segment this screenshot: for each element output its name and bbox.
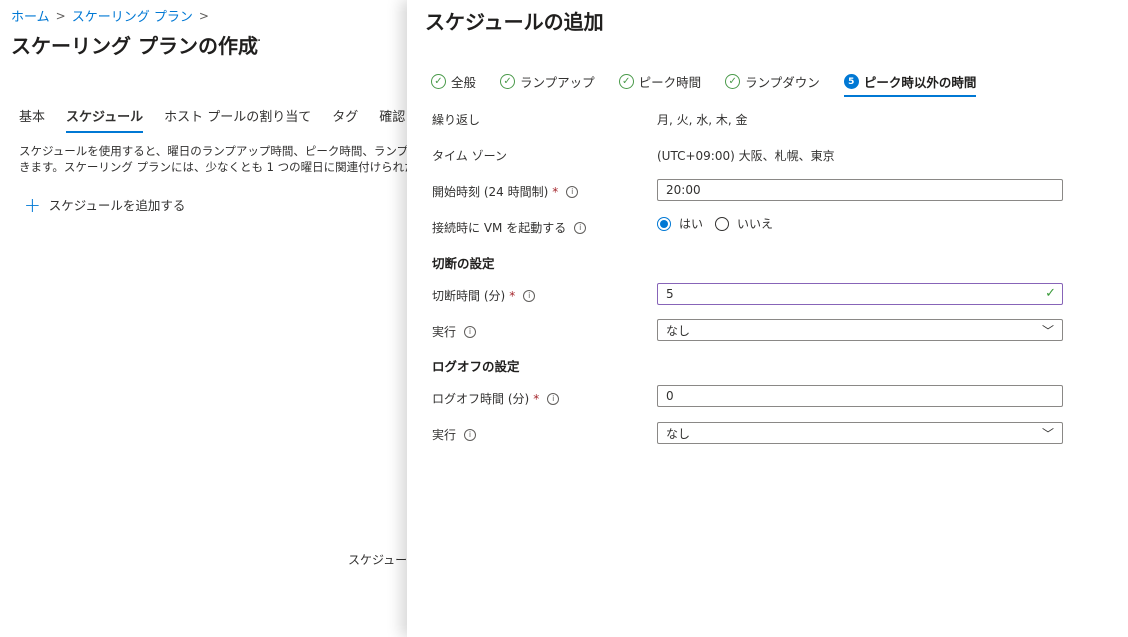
step-peak-hours[interactable]: ✓ ピーク時間: [618, 72, 702, 97]
dropdown-value: なし: [666, 323, 691, 338]
description-line: スケジュールを使用すると、曜日のランプアップ時間、ピーク時間、ランプダウン時間、…: [19, 144, 419, 158]
input-value: 0: [666, 389, 674, 403]
input-value: 20:00: [666, 183, 701, 197]
check-circle-icon: ✓: [431, 74, 446, 89]
info-icon[interactable]: i: [464, 428, 477, 441]
step-label: ピーク時間: [638, 75, 702, 90]
check-circle-icon: ✓: [618, 74, 634, 89]
radio-no[interactable]: いいえ: [715, 215, 773, 232]
chevron-down-icon: ﹀: [1041, 324, 1054, 338]
label-text: 実行: [432, 325, 457, 339]
plus-icon: +: [24, 192, 41, 217]
step-general[interactable]: ✓ 全般: [431, 72, 476, 97]
add-schedule-button[interactable]: + スケジュールを追加する: [24, 192, 186, 217]
add-schedule-label: スケジュールを追加する: [48, 198, 186, 213]
info-icon[interactable]: i: [464, 325, 477, 338]
empty-schedule-text: スケジュールを: [348, 553, 408, 567]
repeat-label: 繰り返し: [432, 111, 480, 128]
radio-label: はい: [679, 217, 704, 231]
required-mark: *: [509, 288, 516, 303]
disconnect-time-label: 切断時間 (分) * i: [432, 287, 536, 304]
input-value: 5: [666, 287, 674, 301]
dropdown-value: なし: [666, 426, 691, 441]
description-line: きます。スケーリング プランには、少なくとも 1 つの曜日に関連付けられたスケジ…: [19, 160, 419, 174]
disconnect-action-label: 実行 i: [432, 323, 477, 340]
label-text: 開始時刻 (24 時間制): [432, 185, 549, 199]
logoff-section-header: ログオフの設定: [432, 359, 520, 374]
label-text: 切断時間 (分): [432, 289, 506, 303]
radio-dot: [657, 216, 671, 231]
breadcrumb-scaling-plan[interactable]: スケーリング プラン: [72, 6, 193, 25]
label-text: タイム ゾーン: [432, 149, 507, 163]
step-label: ランプダウン: [745, 75, 820, 90]
tab-host-pool-assignment[interactable]: ホスト プールの割り当て: [164, 106, 311, 133]
tab-schedule[interactable]: スケジュール: [66, 106, 144, 133]
info-icon[interactable]: i: [574, 221, 587, 234]
start-vm-label: 接続時に VM を起動する i: [432, 219, 587, 236]
label-text: ログオフ時間 (分): [432, 392, 530, 406]
disconnect-action-dropdown[interactable]: なし ﹀: [657, 319, 1063, 341]
tab-tags[interactable]: タグ: [332, 106, 358, 133]
step-ramp-up[interactable]: ✓ ランプアップ: [500, 72, 595, 97]
label-text: 繰り返し: [432, 113, 481, 127]
chevron-right-icon: >: [55, 8, 66, 23]
disconnect-section-header: 切断の設定: [432, 256, 495, 271]
step-label: ピーク時以外の時間: [863, 75, 977, 90]
radio-yes[interactable]: はい: [657, 215, 703, 232]
label-text: 実行: [432, 428, 457, 442]
tab-basics[interactable]: 基本: [19, 106, 45, 133]
checkmark-icon: ✓: [1045, 286, 1056, 301]
step-label: ランプアップ: [520, 75, 595, 90]
chevron-right-icon: >: [198, 8, 209, 23]
step-number-badge: 5: [843, 74, 859, 89]
schedule-steps: ✓ 全般 ✓ ランプアップ ✓ ピーク時間 ✓ ランプダウン 5 ピーク時以外の…: [431, 72, 1000, 97]
start-time-label: 開始時刻 (24 時間制) * i: [432, 183, 579, 200]
info-icon[interactable]: i: [547, 392, 560, 405]
info-icon[interactable]: i: [523, 289, 536, 302]
required-mark: *: [552, 184, 559, 199]
disconnect-time-input[interactable]: 5 ✓: [657, 283, 1063, 305]
chevron-down-icon: ﹀: [1041, 427, 1054, 441]
step-ramp-down[interactable]: ✓ ランプダウン: [725, 72, 820, 97]
panel-title: スケジュールの追加: [425, 10, 604, 34]
check-circle-icon: ✓: [725, 74, 741, 89]
wizard-tabs: 基本 スケジュール ホスト プールの割り当て タグ 確認と作成: [19, 106, 465, 133]
logoff-time-input[interactable]: 0: [657, 385, 1063, 407]
page-title: スケーリング プランの作成: [11, 34, 258, 58]
required-mark: *: [533, 391, 540, 406]
logoff-action-dropdown[interactable]: なし ﹀: [657, 422, 1063, 444]
start-time-input[interactable]: 20:00: [657, 179, 1063, 201]
logoff-time-label: ログオフ時間 (分) * i: [432, 390, 560, 407]
timezone-value: (UTC+09:00) 大阪、札幌、東京: [657, 149, 835, 163]
step-label: 全般: [451, 75, 477, 90]
breadcrumb-home[interactable]: ホーム: [11, 6, 50, 25]
more-options-button[interactable]: ···: [246, 33, 262, 49]
step-off-peak-hours[interactable]: 5 ピーク時以外の時間: [843, 72, 977, 97]
timezone-label: タイム ゾーン: [432, 147, 507, 164]
check-circle-icon: ✓: [500, 74, 516, 89]
repeat-value: 月, 火, 水, 木, 金: [657, 113, 748, 127]
label-text: 接続時に VM を起動する: [432, 221, 567, 235]
radio-dot: [715, 216, 730, 231]
breadcrumb: ホーム > スケーリング プラン >: [11, 6, 215, 26]
page: ホーム > スケーリング プラン > スケーリング プランの作成 ··· 基本 …: [0, 0, 1128, 637]
add-schedule-panel: スケジュールの追加 ✓ 全般 ✓ ランプアップ ✓ ピーク時間 ✓ ランプダウン…: [407, 0, 1128, 637]
start-vm-radio-group: はい いいえ: [657, 215, 785, 232]
logoff-action-label: 実行 i: [432, 426, 477, 443]
radio-label: いいえ: [737, 217, 774, 231]
schedule-description: スケジュールを使用すると、曜日のランプアップ時間、ピーク時間、ランプダウン時間、…: [19, 143, 419, 175]
info-icon[interactable]: i: [566, 185, 579, 198]
